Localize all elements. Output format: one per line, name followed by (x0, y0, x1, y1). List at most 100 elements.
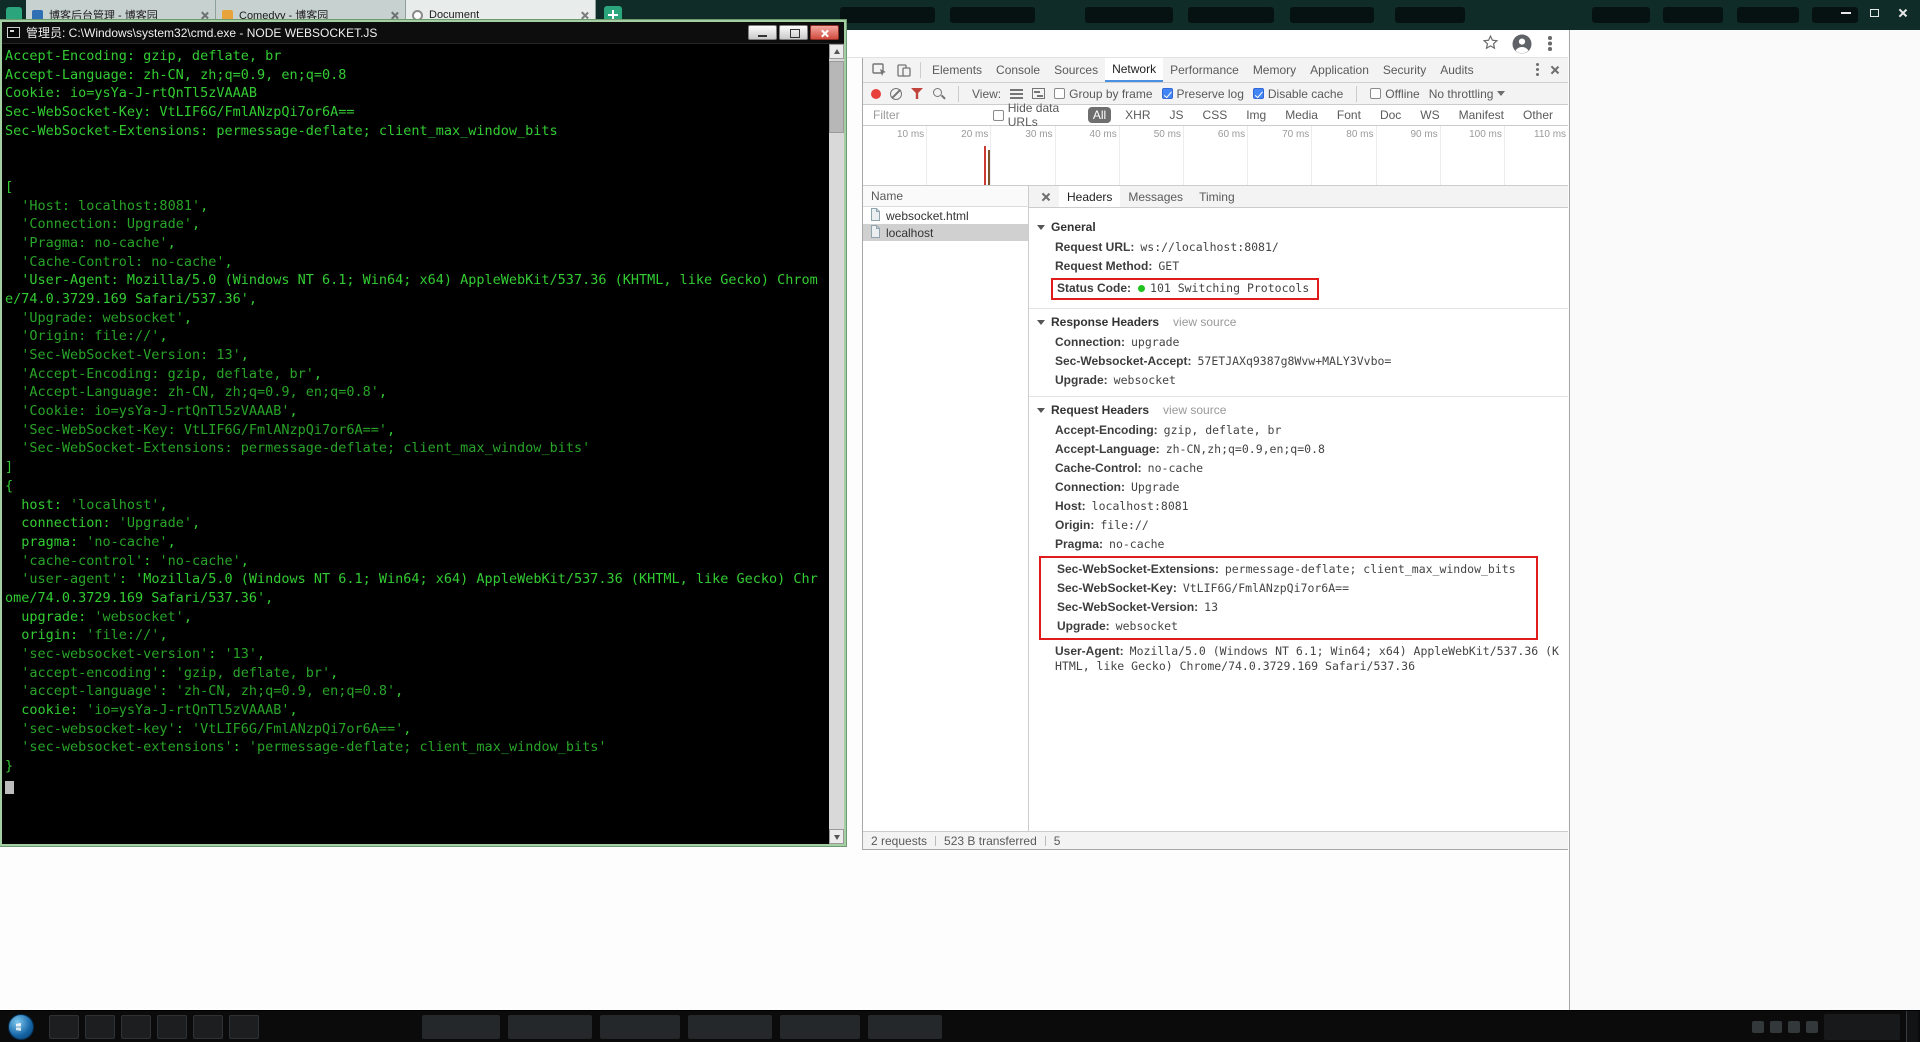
request-row[interactable]: websocket.html (863, 207, 1028, 224)
taskbar-app-icon[interactable] (229, 1014, 259, 1039)
disable-cache-option[interactable]: Disable cache (1252, 87, 1343, 101)
group-by-frame-option[interactable]: Group by frame (1054, 87, 1153, 101)
preserve-log-option[interactable]: Preserve log (1161, 87, 1244, 101)
terminal-scrollbar[interactable] (829, 44, 844, 844)
devtools-menu-icon[interactable] (1536, 63, 1540, 77)
view-waterfall-icon[interactable] (1032, 88, 1046, 99)
header-value: Mozilla/5.0 (Windows NT 6.1; Win64; x64)… (1055, 644, 1559, 673)
filter-type-xhr[interactable]: XHR (1120, 107, 1155, 123)
tab-close-icon[interactable] (580, 11, 589, 20)
header-line: Pragma: no-cache (1029, 535, 1568, 554)
cmd-close-button[interactable] (810, 25, 839, 40)
terminal-line: 'Sec-WebSocket-Key: VtLIF6G/FmlANzpQi7or… (21, 421, 396, 438)
filter-input[interactable]: Filter (873, 108, 985, 122)
panel-tab-performance[interactable]: Performance (1163, 58, 1246, 82)
panel-tab-application[interactable]: Application (1303, 58, 1376, 82)
view-source-link[interactable]: view source (1163, 403, 1226, 417)
header-value: VtLIF6G/FmlANzpQi7or6A== (1182, 581, 1349, 595)
inspect-element-icon[interactable] (872, 63, 887, 77)
cmd-minimize-button[interactable] (748, 25, 777, 40)
taskbar-app-icon[interactable] (85, 1014, 115, 1039)
hide-data-urls-option[interactable]: Hide data URLs (992, 101, 1080, 129)
record-button[interactable] (871, 88, 881, 99)
offline-option[interactable]: Offline (1370, 87, 1420, 101)
scrollbar-thumb[interactable] (829, 61, 844, 133)
taskbar-window-button[interactable] (688, 1014, 772, 1039)
tray-icon[interactable] (1788, 1020, 1800, 1033)
minimize-button[interactable] (1832, 4, 1860, 22)
tab-close-icon[interactable] (390, 11, 399, 20)
taskbar-window-button[interactable] (422, 1014, 500, 1039)
header-value: no-cache (1147, 461, 1204, 475)
clear-icon[interactable] (890, 87, 902, 100)
group-by-frame-checkbox[interactable] (1054, 88, 1066, 99)
filter-type-doc[interactable]: Doc (1375, 107, 1406, 123)
panel-tab-network[interactable]: Network (1105, 58, 1164, 82)
devtools-close-icon[interactable] (1550, 65, 1560, 75)
filter-type-img[interactable]: Img (1241, 107, 1271, 123)
profile-avatar-icon[interactable] (1512, 34, 1532, 59)
filter-type-font[interactable]: Font (1332, 107, 1366, 123)
section-collapse-icon[interactable] (1037, 224, 1045, 230)
tray-icon[interactable] (1806, 1020, 1818, 1033)
tray-icon[interactable] (1752, 1020, 1764, 1033)
filter-type-js[interactable]: JS (1165, 107, 1189, 123)
clock[interactable] (1824, 1013, 1900, 1040)
taskbar-window-button[interactable] (780, 1014, 860, 1039)
request-row[interactable]: localhost (863, 224, 1028, 241)
cmd-title-bar[interactable]: 管理员: C:\Windows\system32\cmd.exe - NODE … (2, 22, 844, 44)
close-button[interactable] (1888, 4, 1916, 22)
taskbar-window-button[interactable] (868, 1014, 942, 1039)
offline-checkbox[interactable] (1370, 88, 1382, 99)
panel-tab-elements[interactable]: Elements (925, 58, 989, 82)
section-title-row: Request Headers view source (1029, 399, 1568, 421)
maximize-button[interactable] (1860, 4, 1888, 22)
detail-tab-messages[interactable]: Messages (1120, 186, 1191, 207)
filter-type-all[interactable]: All (1087, 107, 1112, 123)
panel-tab-sources[interactable]: Sources (1047, 58, 1105, 82)
scroll-down-arrow-icon[interactable] (829, 829, 844, 844)
panel-tab-security[interactable]: Security (1376, 58, 1433, 82)
taskbar-app-icon[interactable] (157, 1014, 187, 1039)
detail-tab-timing[interactable]: Timing (1191, 186, 1243, 207)
filter-type-media[interactable]: Media (1280, 107, 1323, 123)
system-tray (1752, 1010, 1920, 1042)
terminal-line: connection: 'Upgrade', (5, 515, 201, 532)
section-collapse-icon[interactable] (1037, 407, 1045, 413)
throttling-dropdown[interactable]: No throttling (1429, 87, 1506, 101)
taskbar-window-button[interactable] (600, 1014, 680, 1039)
timeline-tick: 80 ms (1312, 126, 1377, 185)
panel-tab-audits[interactable]: Audits (1433, 58, 1480, 82)
view-list-icon[interactable] (1010, 88, 1024, 99)
detail-tab-headers[interactable]: Headers (1059, 186, 1121, 207)
view-source-link[interactable]: view source (1173, 315, 1236, 329)
hide-data-urls-checkbox[interactable] (992, 109, 1004, 121)
taskbar-window-button[interactable] (508, 1014, 592, 1039)
panel-tab-console[interactable]: Console (989, 58, 1047, 82)
filter-funnel-icon[interactable] (911, 88, 923, 99)
scroll-up-arrow-icon[interactable] (829, 44, 844, 59)
cmd-maximize-button[interactable] (779, 25, 808, 40)
tray-icon[interactable] (1770, 1020, 1782, 1033)
bookmark-star-icon[interactable] (1482, 34, 1499, 56)
disable-cache-checkbox[interactable] (1252, 88, 1264, 99)
header-value: GET (1158, 259, 1180, 273)
start-button[interactable] (8, 1013, 34, 1040)
request-list-header[interactable]: Name (863, 186, 1028, 207)
filter-type-css[interactable]: CSS (1198, 107, 1233, 123)
show-desktop-button[interactable] (1906, 1010, 1918, 1042)
tab-close-icon[interactable] (200, 11, 209, 20)
filter-type-ws[interactable]: WS (1415, 107, 1444, 123)
taskbar-app-icon[interactable] (49, 1014, 79, 1039)
device-toolbar-icon[interactable] (897, 63, 911, 77)
taskbar-app-icon[interactable] (121, 1014, 151, 1039)
close-detail-icon[interactable] (1041, 192, 1051, 202)
preserve-log-checkbox[interactable] (1161, 88, 1173, 99)
header-value: permessage-deflate; client_max_window_bi… (1224, 562, 1516, 576)
search-icon[interactable] (932, 87, 945, 100)
taskbar-app-icon[interactable] (193, 1014, 223, 1039)
section-collapse-icon[interactable] (1037, 319, 1045, 325)
filter-type-other[interactable]: Other (1518, 107, 1558, 123)
panel-tab-memory[interactable]: Memory (1246, 58, 1303, 82)
filter-type-manifest[interactable]: Manifest (1454, 107, 1509, 123)
